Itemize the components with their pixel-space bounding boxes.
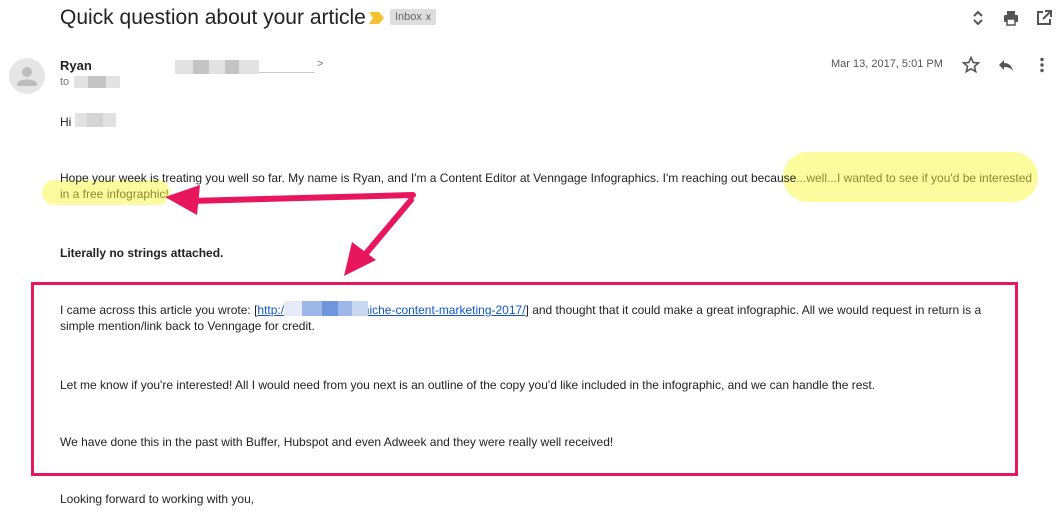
open-new-window-icon[interactable] [1034,8,1054,28]
article-text-before: I came across this article you wrote: [ [60,303,258,317]
article-paragraph: I came across this article you wrote: [h… [60,302,1015,334]
message-date: Mar 13, 2017, 5:01 PM [831,58,943,70]
recipient-name-redacted [75,113,116,127]
sender-avatar [9,58,45,94]
arrow-to-box [344,197,414,276]
sender-name: Ryan [60,58,92,73]
intro-paragraph: Hope your week is treating you well so f… [60,170,1035,202]
remove-label-icon[interactable]: x [426,12,431,23]
print-icon[interactable] [1001,8,1021,28]
url-redacted [284,301,368,316]
past-work-paragraph: We have done this in the past with Buffe… [60,435,614,449]
importance-marker-icon[interactable] [369,12,384,24]
to-label: to [60,76,70,88]
recipient-redacted [74,76,120,88]
label-chip-text: Inbox [395,11,422,23]
reply-icon[interactable] [996,55,1016,75]
intro-text: Hope your week is treating you well so f… [60,171,797,185]
greeting: Hi [60,115,72,129]
next-steps-paragraph: Let me know if you're interested! All I … [60,378,876,392]
label-chip-inbox[interactable]: Inbox x [390,9,436,25]
expand-collapse-icon[interactable] [968,8,988,28]
person-icon [17,67,37,86]
star-icon[interactable] [961,55,981,75]
sender-email-bracket: > [317,58,324,70]
no-strings-line: Literally no strings attached. [60,246,224,260]
more-vert-icon[interactable] [1032,55,1052,75]
email-subject: Quick question about your article [60,6,366,29]
recipient-line[interactable]: to [60,76,69,88]
sender-email-redacted [175,60,315,74]
closing-line: Looking forward to working with you, [60,492,255,506]
